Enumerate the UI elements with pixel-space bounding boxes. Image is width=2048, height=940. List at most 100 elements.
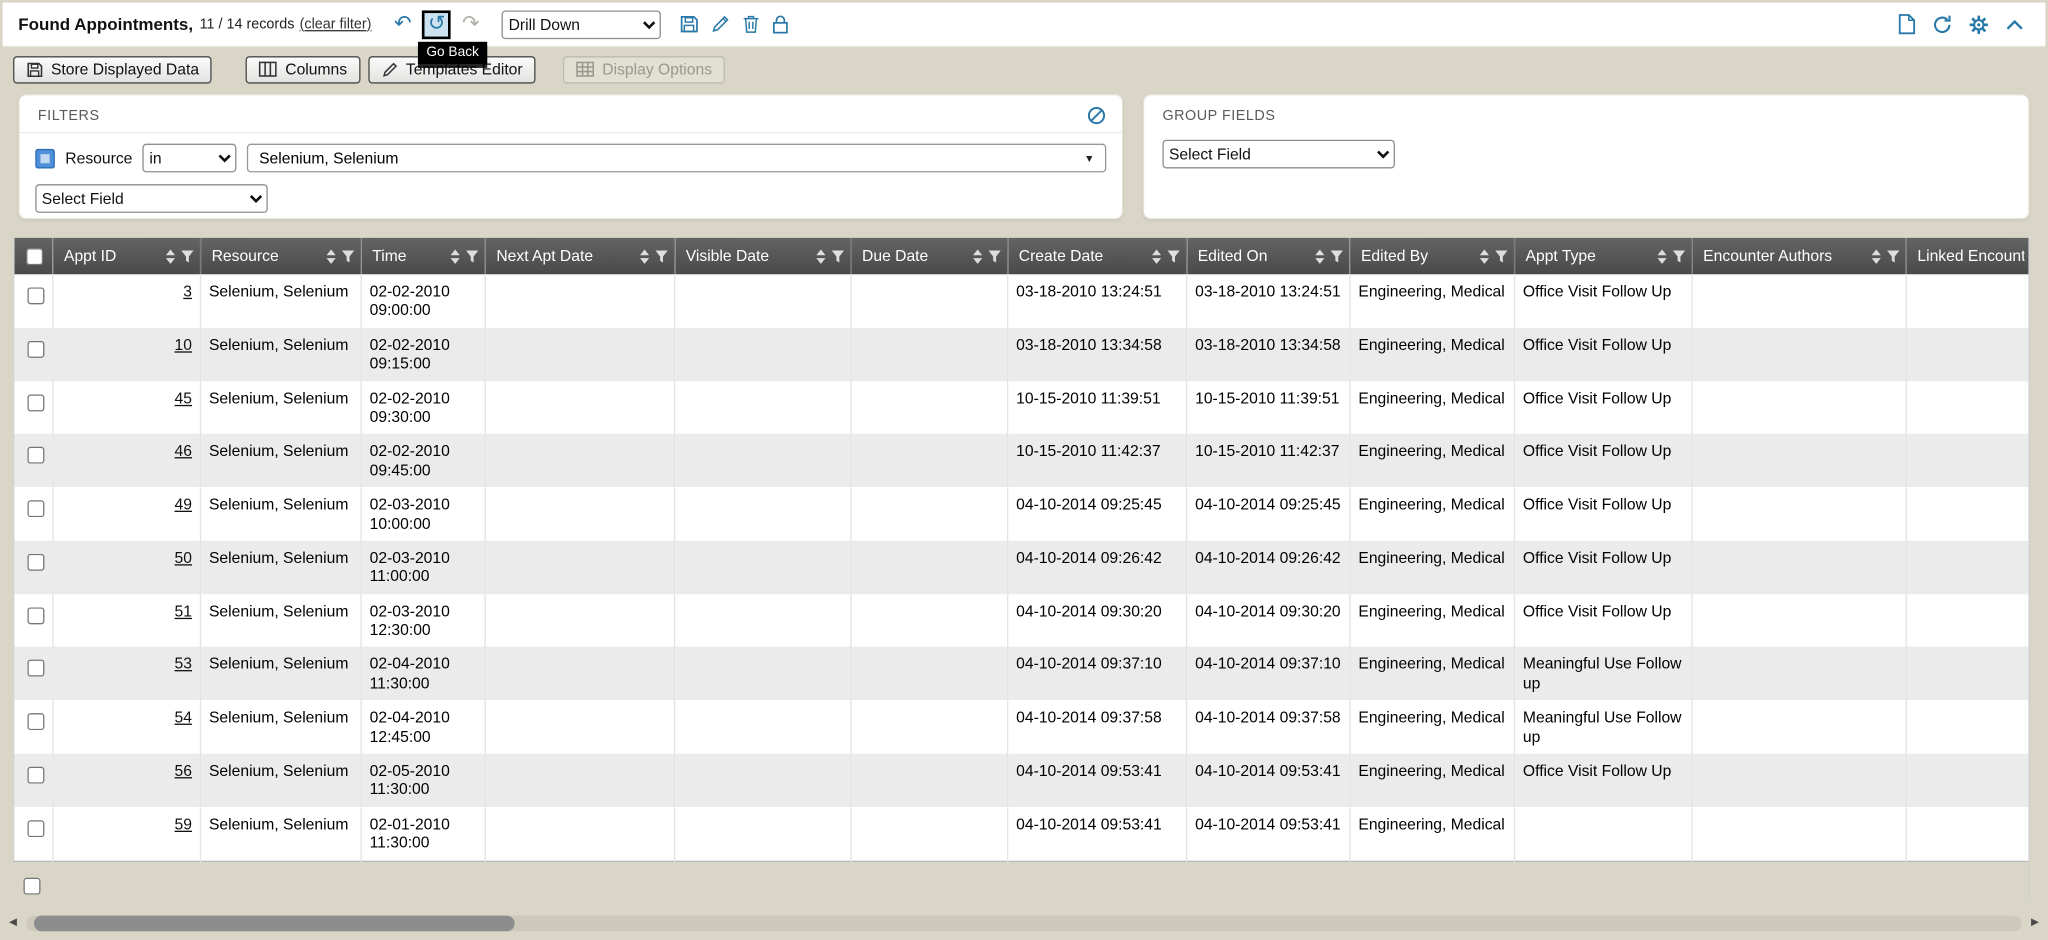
cell-create-date: 04-10-2014 09:25:45 bbox=[1008, 487, 1187, 540]
sort-icon[interactable] bbox=[449, 248, 461, 265]
appt-id-link[interactable]: 45 bbox=[175, 389, 192, 407]
filter-operator-select[interactable]: in bbox=[143, 144, 237, 173]
row-checkbox[interactable] bbox=[27, 394, 44, 411]
group-field-select[interactable]: Select Field bbox=[1162, 140, 1394, 169]
column-header-edited-by[interactable]: Edited By bbox=[1350, 238, 1515, 275]
settings-gear-icon[interactable] bbox=[1968, 14, 1989, 35]
column-filter-icon[interactable] bbox=[1330, 249, 1344, 263]
scrollbar-thumb[interactable] bbox=[34, 916, 515, 932]
refresh-icon[interactable] bbox=[1932, 14, 1953, 35]
sort-icon[interactable] bbox=[972, 248, 984, 265]
save-icon[interactable] bbox=[680, 14, 700, 34]
column-filter-icon[interactable] bbox=[465, 249, 479, 263]
column-header-visible-date[interactable]: Visible Date bbox=[675, 238, 851, 275]
column-header-linked-encounters[interactable]: Linked Encounters bbox=[1906, 238, 2029, 275]
drill-down-select[interactable]: Drill Down bbox=[502, 10, 661, 39]
appt-id-link[interactable]: 53 bbox=[175, 655, 192, 673]
sort-icon[interactable] bbox=[2028, 248, 2029, 265]
column-filter-icon[interactable] bbox=[341, 249, 355, 263]
cell-create-date: 04-10-2014 09:37:10 bbox=[1008, 647, 1187, 700]
appt-id-link[interactable]: 56 bbox=[175, 762, 192, 780]
column-header-edited-on[interactable]: Edited On bbox=[1187, 238, 1350, 275]
column-header-appt-type[interactable]: Appt Type bbox=[1514, 238, 1692, 275]
column-header-resource[interactable]: Resource bbox=[200, 238, 361, 275]
row-select-cell bbox=[14, 434, 53, 487]
column-filter-icon[interactable] bbox=[654, 249, 668, 263]
row-checkbox[interactable] bbox=[27, 713, 44, 730]
go-forward-icon[interactable]: ↷ bbox=[458, 11, 484, 37]
cell-linked-encounters bbox=[1906, 647, 2029, 700]
cell-appt-type: Office Visit Follow Up bbox=[1514, 541, 1692, 594]
column-filter-icon[interactable] bbox=[987, 249, 1001, 263]
column-filter-icon[interactable] bbox=[1166, 249, 1180, 263]
document-icon[interactable] bbox=[1898, 13, 1916, 35]
clear-filters-icon[interactable] bbox=[1087, 106, 1107, 126]
row-checkbox[interactable] bbox=[27, 820, 44, 837]
row-checkbox[interactable] bbox=[27, 607, 44, 624]
sort-icon[interactable] bbox=[1314, 248, 1326, 265]
sort-icon[interactable] bbox=[1870, 248, 1882, 265]
cell-due-date bbox=[851, 647, 1008, 700]
column-filter-icon[interactable] bbox=[831, 249, 845, 263]
row-checkbox[interactable] bbox=[27, 287, 44, 304]
sort-icon[interactable] bbox=[1479, 248, 1491, 265]
row-checkbox[interactable] bbox=[27, 554, 44, 571]
lock-icon[interactable] bbox=[772, 14, 789, 34]
cell-time: 02-02-2010 09:30:00 bbox=[361, 381, 485, 434]
sort-icon[interactable] bbox=[1151, 248, 1163, 265]
filter-checkbox[interactable] bbox=[35, 148, 55, 168]
scrollbar-track[interactable] bbox=[26, 916, 2022, 932]
column-header-next-apt-date[interactable]: Next Apt Date bbox=[485, 238, 674, 275]
scroll-left-icon[interactable]: ◄ bbox=[7, 916, 20, 930]
store-displayed-data-button[interactable]: Store Displayed Data bbox=[13, 56, 212, 83]
cell-time: 02-03-2010 12:30:00 bbox=[361, 594, 485, 647]
cell-appt-id: 46 bbox=[53, 434, 201, 487]
select-all-checkbox[interactable] bbox=[25, 248, 42, 265]
sort-icon[interactable] bbox=[325, 248, 337, 265]
column-filter-icon[interactable] bbox=[1886, 249, 1900, 263]
column-header-due-date[interactable]: Due Date bbox=[851, 238, 1008, 275]
add-filter-field-select[interactable]: Select Field bbox=[35, 184, 267, 213]
delete-icon[interactable] bbox=[742, 14, 760, 34]
cell-encounter-authors bbox=[1692, 381, 1906, 434]
sort-icon[interactable] bbox=[1656, 248, 1668, 265]
appt-id-link[interactable]: 59 bbox=[175, 815, 192, 833]
cell-visible-date bbox=[675, 594, 851, 647]
column-filter-icon[interactable] bbox=[1672, 249, 1686, 263]
appt-id-link[interactable]: 46 bbox=[175, 442, 192, 460]
appt-id-link[interactable]: 54 bbox=[175, 708, 192, 726]
sort-icon[interactable] bbox=[165, 248, 177, 265]
undo-icon[interactable]: ↶ bbox=[390, 11, 416, 37]
column-header-appt-id[interactable]: Appt ID bbox=[53, 238, 201, 275]
row-checkbox[interactable] bbox=[27, 767, 44, 784]
row-checkbox[interactable] bbox=[27, 341, 44, 358]
cell-resource: Selenium, Selenium bbox=[200, 381, 361, 434]
edit-icon[interactable] bbox=[711, 14, 731, 34]
row-checkbox[interactable] bbox=[27, 500, 44, 517]
footer-row-checkbox[interactable] bbox=[24, 877, 41, 894]
clear-filter-link[interactable]: (clear filter) bbox=[300, 16, 372, 32]
appt-id-link[interactable]: 50 bbox=[175, 548, 192, 566]
sort-icon[interactable] bbox=[815, 248, 827, 265]
column-filter-icon[interactable] bbox=[1494, 249, 1508, 263]
columns-button[interactable]: Columns bbox=[246, 56, 360, 83]
cell-visible-date bbox=[675, 807, 851, 861]
filter-value-select[interactable]: Selenium, Selenium ▼ bbox=[247, 144, 1106, 173]
go-back-button[interactable]: ↺ bbox=[422, 10, 451, 39]
appt-id-link[interactable]: 10 bbox=[175, 335, 192, 353]
scroll-right-icon[interactable]: ► bbox=[2029, 916, 2042, 930]
column-header-encounter-authors[interactable]: Encounter Authors bbox=[1692, 238, 1906, 275]
row-checkbox[interactable] bbox=[27, 447, 44, 464]
collapse-chevron-up-icon[interactable] bbox=[2005, 18, 2025, 31]
appt-id-link[interactable]: 51 bbox=[175, 602, 192, 620]
column-header-create-date[interactable]: Create Date bbox=[1008, 238, 1187, 275]
cell-appt-id: 53 bbox=[53, 647, 201, 700]
appt-id-link[interactable]: 3 bbox=[183, 282, 192, 300]
dropdown-arrow-icon: ▼ bbox=[1084, 152, 1094, 164]
row-checkbox[interactable] bbox=[27, 660, 44, 677]
column-header-time[interactable]: Time bbox=[361, 238, 485, 275]
sort-icon[interactable] bbox=[639, 248, 651, 265]
appt-id-link[interactable]: 49 bbox=[175, 495, 192, 513]
column-filter-icon[interactable] bbox=[180, 249, 194, 263]
column-label: Edited By bbox=[1361, 247, 1475, 265]
